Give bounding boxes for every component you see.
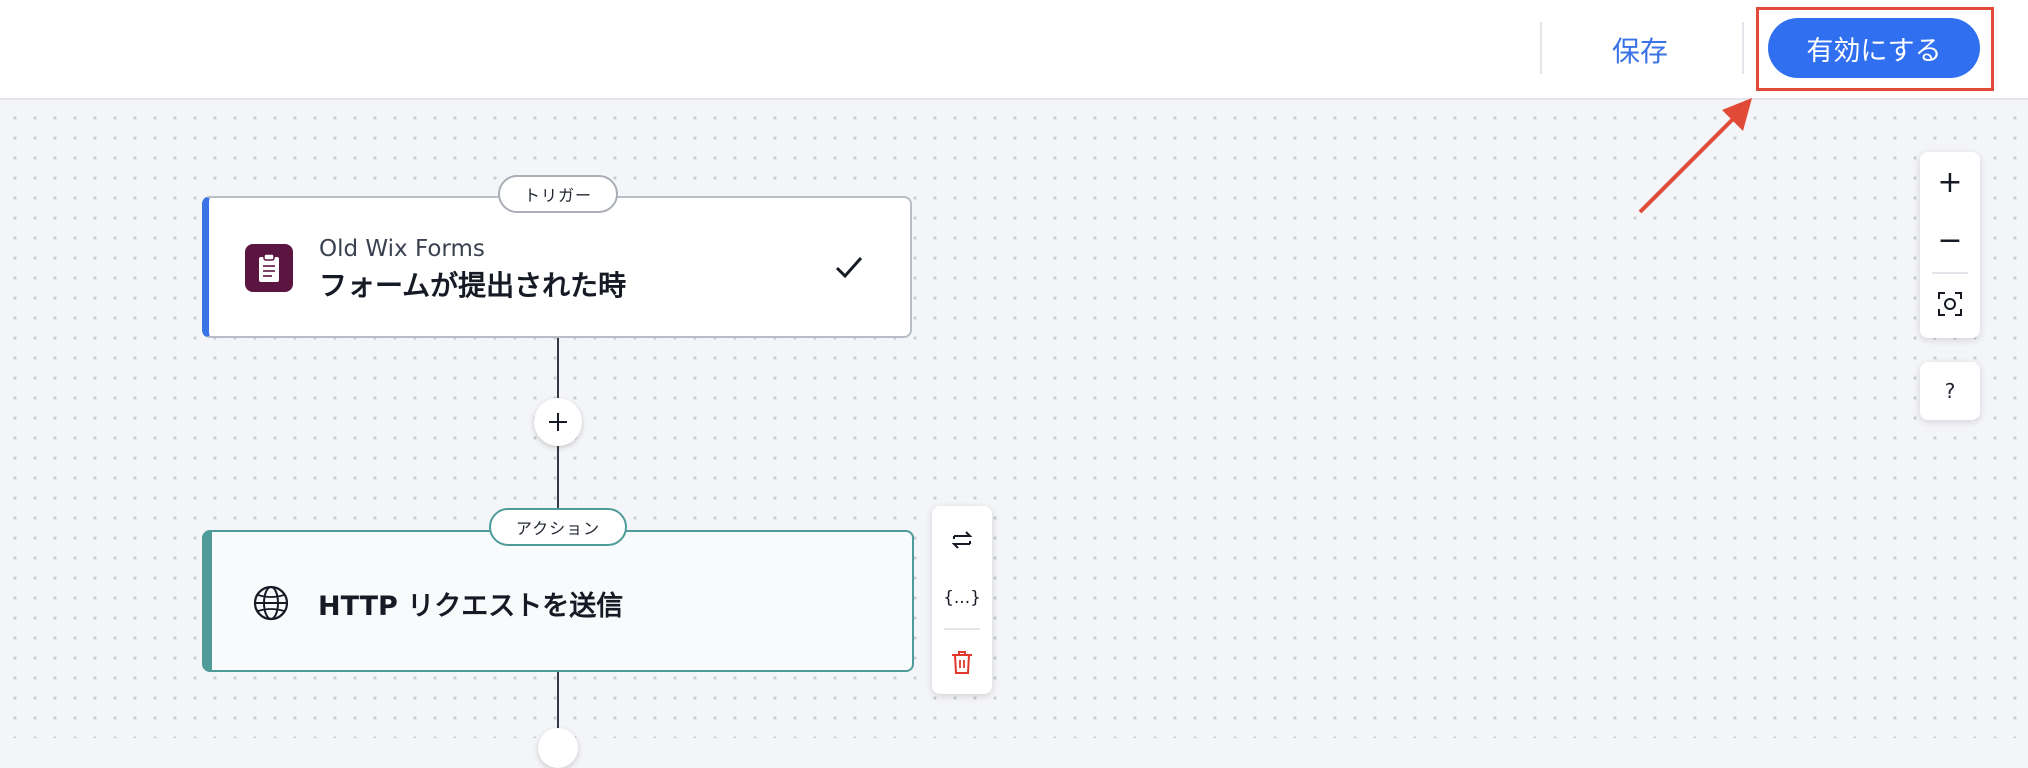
- toolbar-separator: [944, 628, 980, 630]
- zoom-controls: + −: [1920, 152, 1980, 338]
- zoom-separator: [1932, 272, 1968, 274]
- fit-to-screen-icon: [1938, 292, 1962, 316]
- zoom-in-icon: +: [1937, 164, 1963, 200]
- swap-icon: [951, 531, 973, 549]
- clipboard-icon: [245, 244, 293, 292]
- action-label-pill: アクション: [489, 508, 627, 546]
- zoom-out-button[interactable]: −: [1920, 214, 1980, 266]
- globe-icon: [253, 585, 289, 621]
- add-step-button[interactable]: [534, 398, 582, 446]
- action-toolbar: {...}: [932, 506, 992, 694]
- connector-line: [557, 338, 559, 398]
- help-button[interactable]: ?: [1920, 362, 1980, 420]
- trigger-card[interactable]: Old Wix Forms フォームが提出された時: [202, 196, 912, 338]
- variables-icon: {...}: [943, 588, 981, 608]
- action-title: HTTP リクエストを送信: [318, 591, 624, 622]
- top-bar: 保存 有効にする: [0, 0, 2028, 100]
- toolbar-divider: [1540, 22, 1542, 74]
- check-icon: [835, 257, 863, 279]
- action-card[interactable]: HTTP リクエストを送信: [202, 530, 914, 672]
- trigger-label-pill: トリガー: [498, 175, 618, 213]
- activate-button[interactable]: 有効にする: [1768, 18, 1980, 78]
- swap-action-button[interactable]: [932, 514, 992, 566]
- add-step-button-bottom[interactable]: [538, 728, 578, 768]
- save-button[interactable]: 保存: [1590, 24, 1690, 76]
- fit-to-screen-button[interactable]: [1920, 278, 1980, 330]
- zoom-out-icon: −: [1937, 222, 1963, 258]
- plus-icon: [549, 413, 567, 431]
- zoom-in-button[interactable]: +: [1920, 156, 1980, 208]
- delete-action-button[interactable]: [932, 636, 992, 688]
- variables-button[interactable]: {...}: [932, 572, 992, 624]
- trash-icon: [952, 651, 972, 674]
- trigger-app-name: Old Wix Forms: [319, 236, 485, 262]
- trigger-title: フォームが提出された時: [319, 269, 627, 302]
- toolbar-divider: [1742, 22, 1744, 74]
